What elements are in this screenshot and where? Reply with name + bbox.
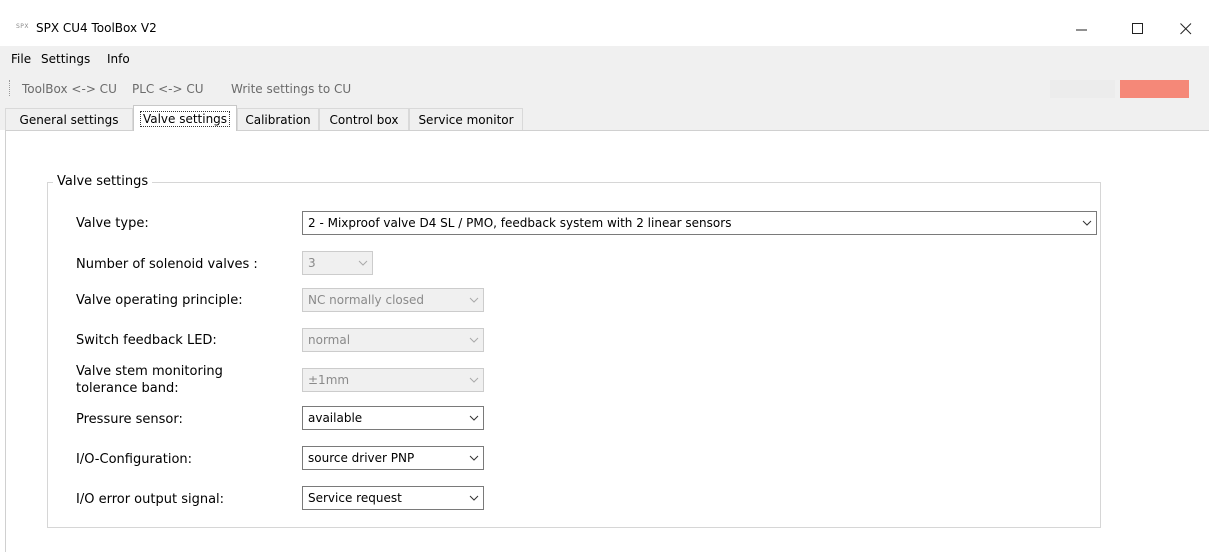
operating-principle-value: NC normally closed	[308, 293, 424, 307]
operating-principle-select[interactable]: NC normally closed	[302, 288, 484, 312]
tab-valve-settings[interactable]: Valve settings	[133, 105, 237, 131]
feedback-led-label: Switch feedback LED:	[76, 333, 217, 348]
tab-label: Service monitor	[418, 112, 514, 127]
valve-type-label: Valve type:	[76, 216, 149, 231]
window-title: SPX CU4 ToolBox V2	[36, 21, 157, 35]
write-settings-button[interactable]: Write settings to CU	[231, 82, 351, 96]
chevron-down-icon	[465, 413, 483, 424]
app-logo: SPX	[16, 23, 30, 30]
status-indicator-gray	[1050, 80, 1115, 98]
minimize-icon	[1076, 29, 1087, 31]
io-configuration-value: source driver PNP	[308, 451, 415, 465]
tab-label: Valve settings	[139, 110, 231, 127]
close-button[interactable]	[1163, 12, 1209, 46]
tab-label: Control box	[329, 112, 399, 127]
group-title: Valve settings	[53, 174, 153, 189]
solenoid-valves-label: Number of solenoid valves :	[76, 257, 258, 272]
plc-cu-button[interactable]: PLC <-> CU	[132, 82, 204, 96]
minimize-button[interactable]	[1059, 12, 1105, 46]
tab-label: General settings	[19, 112, 119, 127]
operating-principle-label: Valve operating principle:	[76, 293, 243, 308]
tolerance-band-select[interactable]: ±1mm	[302, 368, 484, 392]
menu-settings[interactable]: Settings	[41, 52, 90, 66]
toolbar-grip[interactable]	[9, 80, 11, 96]
tolerance-band-value: ±1mm	[308, 373, 350, 387]
pressure-sensor-label: Pressure sensor:	[76, 412, 183, 427]
toolbox-cu-button[interactable]: ToolBox <-> CU	[22, 82, 117, 96]
maximize-icon	[1132, 23, 1143, 34]
chevron-down-icon	[354, 258, 372, 269]
chevron-down-icon	[465, 453, 483, 464]
maximize-button[interactable]	[1115, 12, 1161, 46]
chevron-down-icon	[465, 375, 483, 386]
valve-type-value: 2 - Mixproof valve D4 SL / PMO, feedback…	[308, 216, 732, 230]
feedback-led-select[interactable]: normal	[302, 328, 484, 352]
io-error-signal-select[interactable]: Service request	[302, 486, 484, 510]
feedback-led-value: normal	[308, 333, 351, 347]
tab-general-settings[interactable]: General settings	[5, 108, 133, 130]
tolerance-band-label: Valve stem monitoring tolerance band:	[76, 364, 223, 396]
tab-label: Calibration	[245, 112, 311, 127]
solenoid-valves-value: 3	[308, 256, 316, 270]
pressure-sensor-value: available	[308, 411, 363, 425]
menu-bar	[0, 46, 1209, 74]
menu-file[interactable]: File	[11, 52, 31, 66]
io-error-signal-value: Service request	[308, 491, 402, 505]
menu-info[interactable]: Info	[107, 52, 130, 66]
valve-type-select[interactable]: 2 - Mixproof valve D4 SL / PMO, feedback…	[302, 211, 1097, 235]
io-configuration-select[interactable]: source driver PNP	[302, 446, 484, 470]
status-indicator-red	[1120, 80, 1189, 98]
solenoid-valves-select[interactable]: 3	[302, 251, 373, 275]
title-bar	[0, 0, 1209, 46]
chevron-down-icon	[465, 335, 483, 346]
tab-service-monitor[interactable]: Service monitor	[409, 108, 523, 130]
io-error-signal-label: I/O error output signal:	[76, 492, 225, 507]
pressure-sensor-select[interactable]: available	[302, 406, 484, 430]
tab-calibration[interactable]: Calibration	[237, 108, 319, 130]
chevron-down-icon	[1078, 218, 1096, 229]
io-configuration-label: I/O-Configuration:	[76, 452, 193, 467]
close-icon	[1180, 23, 1192, 35]
tab-control-box[interactable]: Control box	[319, 108, 409, 130]
chevron-down-icon	[465, 295, 483, 306]
chevron-down-icon	[465, 493, 483, 504]
